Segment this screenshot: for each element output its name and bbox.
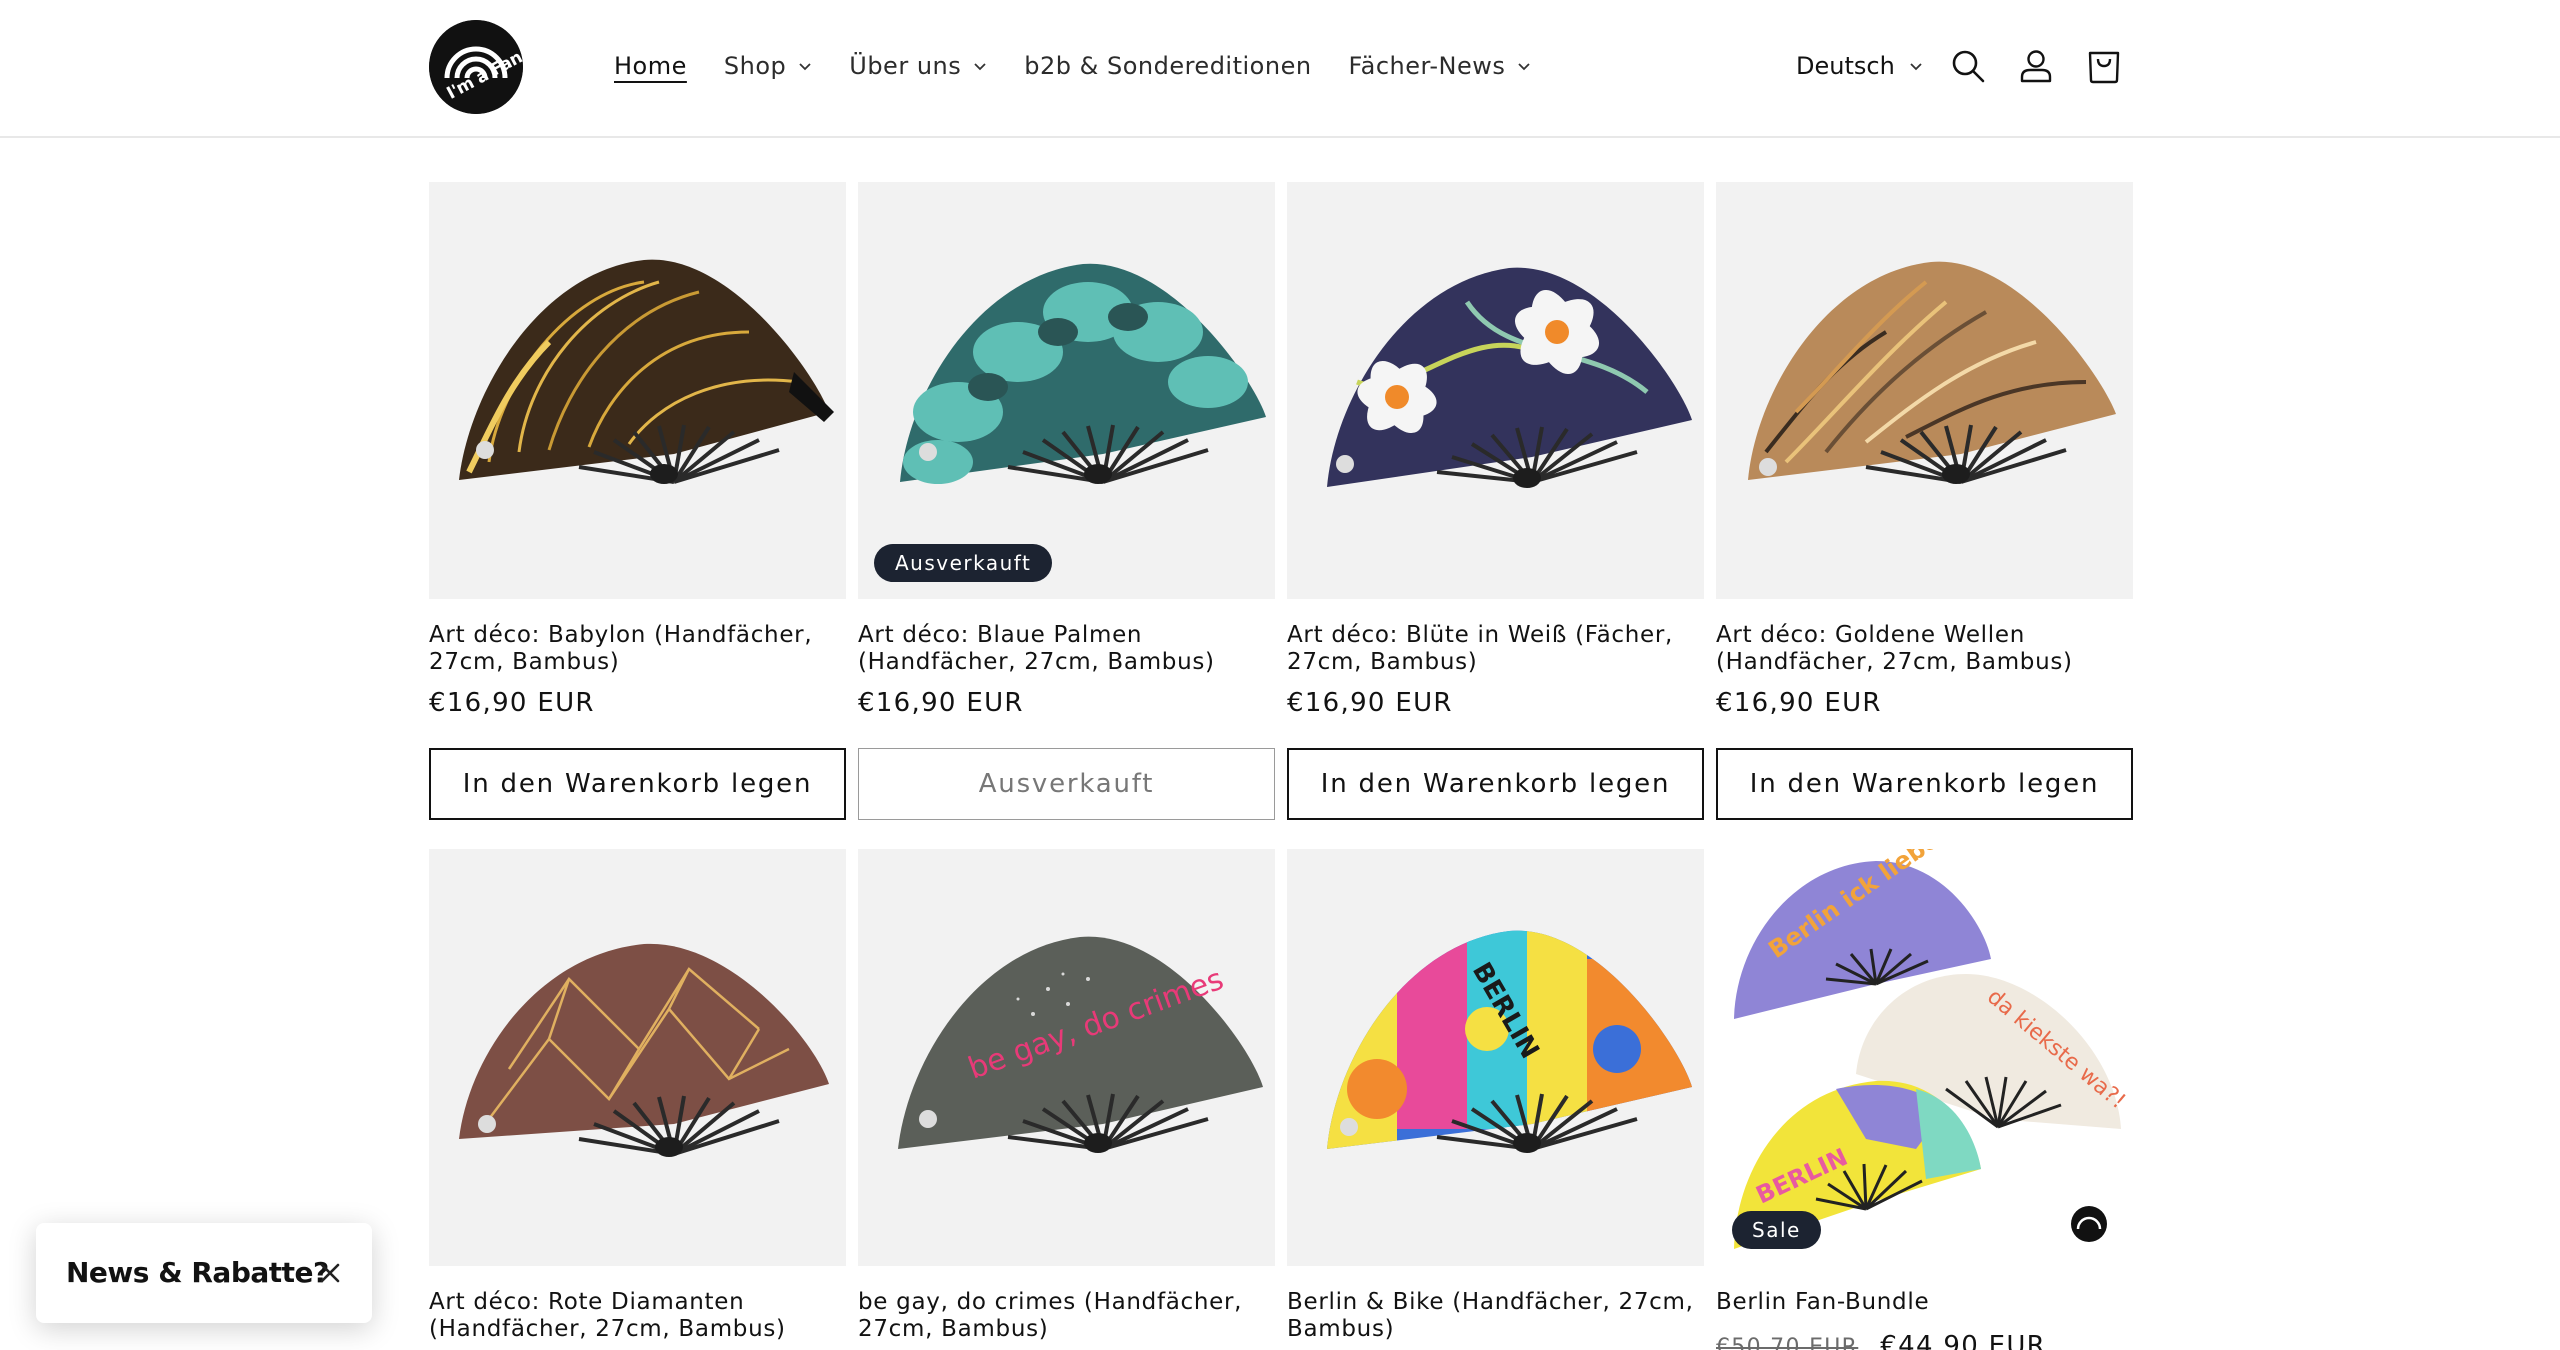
sale-badge: Sale (1732, 1211, 1821, 1249)
sale-price: €44,90 EUR (1880, 1331, 2047, 1350)
nav-faecher-news-label: Fächer-News (1348, 52, 1506, 80)
product-price: €16,90 EUR (429, 688, 595, 718)
site-header: I'm a Fan! Home Shop Über uns b2b & Sond… (0, 0, 2560, 138)
add-to-cart-button[interactable]: In den Warenkorb legen (1716, 748, 2133, 820)
fan-image-be-gay-do-crimes: be gay, do crimes (858, 849, 1275, 1266)
product-title[interactable]: Art déco: Babylon (Handfächer, 27cm, Bam… (429, 622, 849, 676)
fan-image-babylon (429, 182, 846, 599)
sold-out-badge: Ausverkauft (874, 544, 1053, 582)
fan-image-rote-diamanten (429, 849, 846, 1266)
account-icon[interactable] (2016, 46, 2056, 86)
product-image[interactable] (429, 849, 846, 1266)
product-price: €16,90 EUR (1716, 688, 1882, 718)
product-price: €16,90 EUR (1287, 688, 1453, 718)
product-image[interactable] (1287, 182, 1704, 599)
product-image[interactable]: be gay, do crimes (858, 849, 1275, 1266)
product-title[interactable]: Berlin Fan-Bundle (1716, 1289, 2136, 1316)
product-title[interactable]: be gay, do crimes (Handfächer, 27cm, Bam… (858, 1289, 1278, 1343)
product-image[interactable]: Ausverkauft (858, 182, 1275, 599)
newsletter-popup[interactable]: News & Rabatte? (36, 1223, 372, 1323)
add-to-cart-button[interactable]: In den Warenkorb legen (429, 748, 846, 820)
fan-image-blaue-palmen (858, 182, 1275, 599)
language-selector[interactable]: Deutsch (1796, 44, 1923, 88)
product-image[interactable]: BERLIN (1287, 849, 1704, 1266)
chevron-down-icon (1910, 63, 1922, 71)
cart-icon[interactable] (2084, 46, 2124, 86)
sold-out-button[interactable]: Ausverkauft (858, 748, 1275, 820)
product-title[interactable]: Art déco: Rote Diamanten (Handfächer, 27… (429, 1289, 849, 1343)
nav-b2b-label: b2b & Sondereditionen (1024, 52, 1312, 80)
nav-ueber-uns[interactable]: Über uns (849, 44, 987, 88)
product-title[interactable]: Art déco: Blaue Palmen (Handfächer, 27cm… (858, 622, 1278, 676)
search-icon[interactable] (1948, 46, 1988, 86)
close-icon[interactable] (318, 1261, 342, 1285)
add-to-cart-button[interactable]: In den Warenkorb legen (1287, 748, 1704, 820)
fan-image-berlin-bundle: Berlin ick liebe dir da kiekste wa?! BER… (1716, 849, 2133, 1266)
nav-b2b[interactable]: b2b & Sondereditionen (1024, 44, 1311, 88)
product-title[interactable]: Art déco: Blüte in Weiß (Fächer, 27cm, B… (1287, 622, 1707, 676)
product-price: €16,90 EUR (858, 688, 1024, 718)
popup-text[interactable]: News & Rabatte? (66, 1256, 329, 1289)
product-image[interactable] (1716, 182, 2133, 599)
nav-ueber-uns-label: Über uns (849, 52, 962, 80)
chevron-down-icon (974, 63, 986, 71)
nav-faecher-news[interactable]: Fächer-News (1349, 44, 1532, 88)
original-price: €50,70 EUR (1716, 1335, 1859, 1350)
chevron-down-icon (799, 63, 811, 71)
product-image[interactable] (429, 182, 846, 599)
language-label: Deutsch (1796, 52, 1895, 80)
main-nav: Home Shop Über uns b2b & Sondereditionen… (614, 44, 1568, 88)
nav-shop[interactable]: Shop (724, 44, 812, 88)
product-price: €50,70 EUR €44,90 EUR (1716, 1331, 2046, 1350)
nav-home-label: Home (614, 52, 687, 80)
nav-shop-label: Shop (723, 52, 787, 80)
product-title[interactable]: Berlin & Bike (Handfächer, 27cm, Bambus) (1287, 1289, 1707, 1343)
fan-image-berlin-bike: BERLIN (1287, 849, 1704, 1266)
fan-image-bluete-in-weiss (1287, 182, 1704, 599)
product-image[interactable]: Berlin ick liebe dir da kiekste wa?! BER… (1716, 849, 2133, 1266)
fan-image-goldene-wellen (1716, 182, 2133, 599)
product-title[interactable]: Art déco: Goldene Wellen (Handfächer, 27… (1716, 622, 2136, 676)
brand-logo[interactable]: I'm a Fan! (429, 20, 523, 114)
chevron-down-icon (1518, 63, 1531, 71)
nav-home[interactable]: Home (614, 44, 687, 88)
